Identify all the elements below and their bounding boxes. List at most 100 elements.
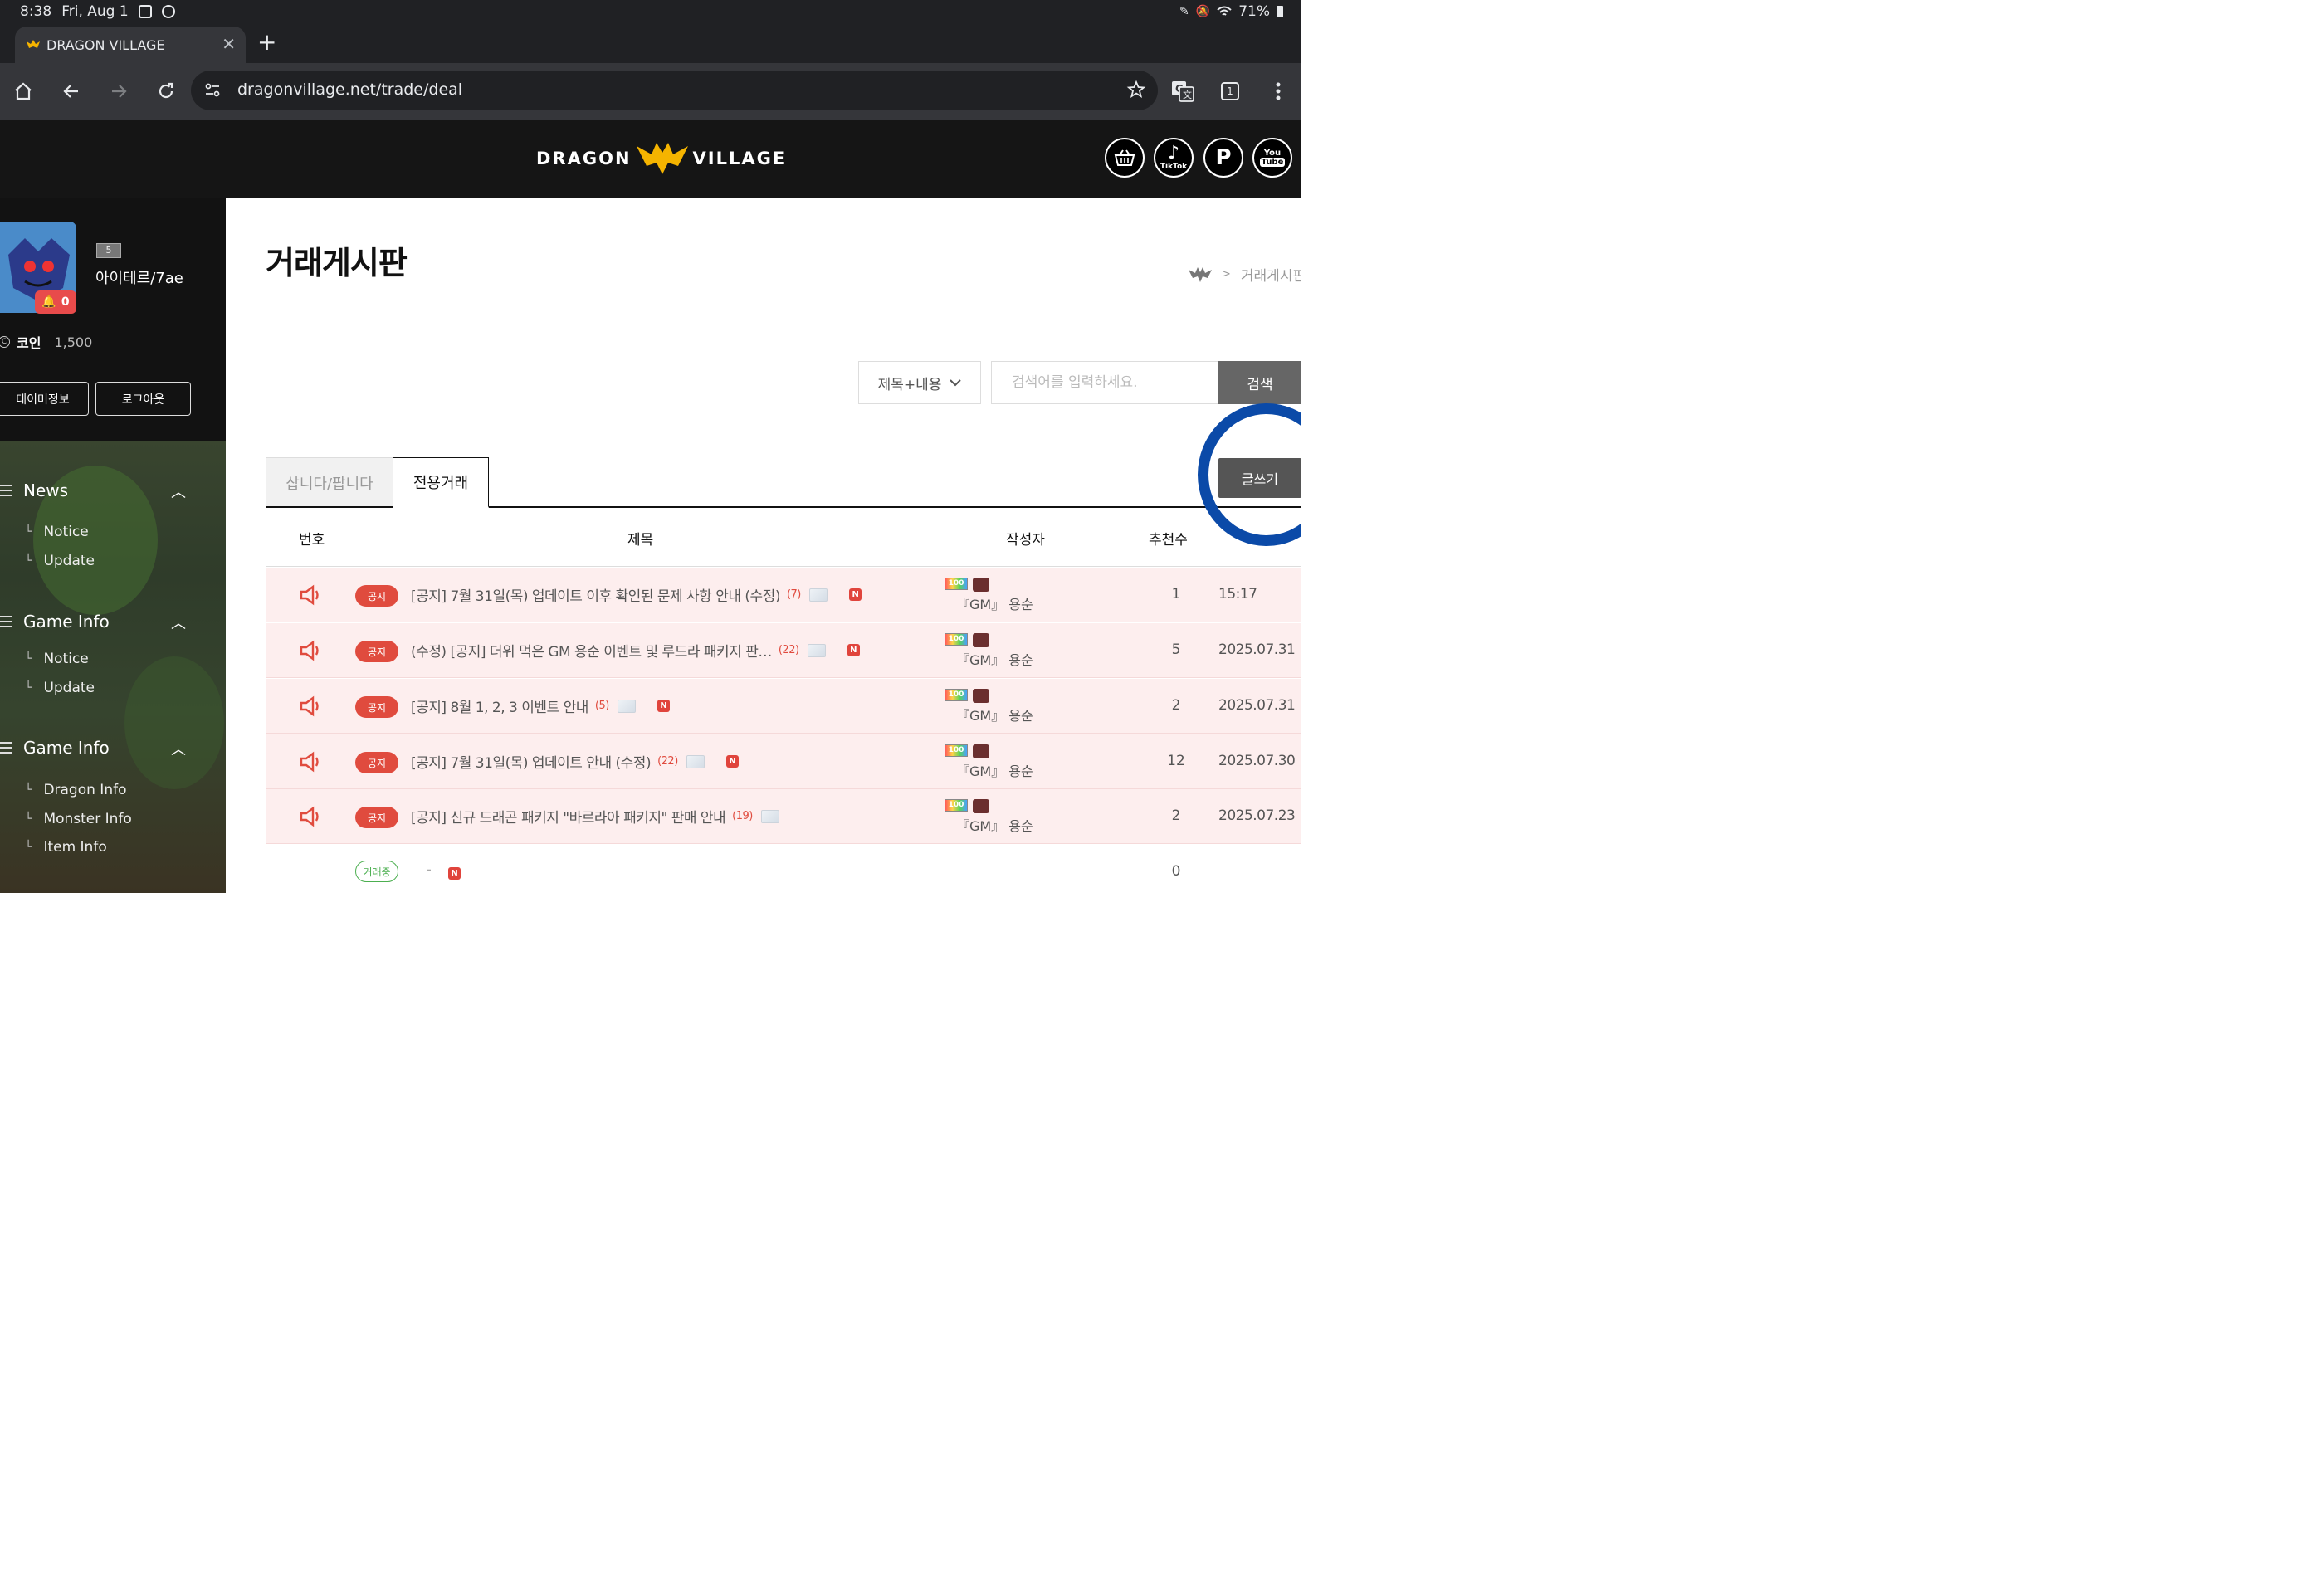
post-author[interactable]: 100 『GM』 용순 bbox=[945, 578, 1033, 613]
post-title-link[interactable]: [공지] 8월 1, 2, 3 이벤트 안내 (5) N bbox=[411, 695, 670, 716]
sidebar-item-label: Dragon Info bbox=[43, 782, 127, 798]
table-row[interactable]: 공지 [공지] 8월 1, 2, 3 이벤트 안내 (5) N 100 『GM』… bbox=[266, 679, 1301, 734]
browser-toolbar: dragonvillage.net/trade/deal G文 1 bbox=[0, 63, 1301, 120]
chevron-up-icon[interactable]: ︿ bbox=[171, 738, 186, 759]
tab-switcher-button[interactable]: 1 bbox=[1213, 75, 1247, 108]
image-icon bbox=[686, 754, 705, 768]
post-author[interactable]: 100 『GM』 용순 bbox=[945, 744, 1033, 780]
search-input[interactable] bbox=[991, 361, 1220, 404]
reload-button[interactable] bbox=[149, 75, 183, 108]
home-button[interactable] bbox=[7, 75, 40, 108]
tab-exclusive-trade[interactable]: 전용거래 bbox=[393, 457, 489, 508]
tamer-info-button[interactable]: 테이머정보 bbox=[0, 382, 89, 416]
sidebar-item-label: Notice bbox=[43, 651, 89, 667]
forward-button[interactable] bbox=[102, 75, 135, 108]
back-button[interactable] bbox=[55, 75, 88, 108]
sidebar-section-news[interactable]: News bbox=[0, 480, 68, 500]
image-icon bbox=[760, 809, 779, 823]
sidebar-item-label: Item Info bbox=[43, 839, 107, 856]
chevron-down-icon bbox=[950, 378, 962, 386]
youtube-button[interactable]: You Tube bbox=[1252, 138, 1292, 178]
sidebar-item-monster-info[interactable]: └ Monster Info bbox=[25, 811, 132, 827]
list-icon bbox=[0, 742, 12, 754]
chevron-up-icon[interactable]: ︿ bbox=[171, 612, 186, 633]
post-author[interactable]: 100 『GM』 용순 bbox=[945, 799, 1033, 835]
post-author[interactable]: 100 『GM』 용순 bbox=[945, 633, 1033, 669]
sidebar-item-label: Monster Info bbox=[43, 811, 132, 827]
menu-button[interactable] bbox=[1262, 75, 1295, 108]
sidebar-item-update[interactable]: └ Update bbox=[25, 553, 95, 569]
sidebar-section-game-info-2[interactable]: Game Info bbox=[0, 738, 110, 758]
sidebar-item-update[interactable]: └ Update bbox=[25, 680, 95, 696]
logout-button[interactable]: 로그아웃 bbox=[95, 382, 191, 416]
megaphone-icon bbox=[300, 695, 319, 717]
column-header-votes: 추천수 bbox=[1149, 532, 1188, 549]
table-row[interactable]: 공지 (수정) [공지] 더위 먹은 GM 용순 이벤트 및 루드라 패키지 판… bbox=[266, 623, 1301, 678]
level-100-badge: 100 bbox=[945, 799, 968, 812]
basket-icon bbox=[1114, 149, 1135, 166]
site-settings-icon[interactable] bbox=[204, 82, 221, 99]
tree-branch-icon: └ bbox=[25, 525, 32, 539]
tab-title: DRAGON VILLAGE bbox=[46, 37, 165, 53]
bookmark-star-icon[interactable] bbox=[1126, 80, 1146, 100]
sidebar-item-item-info[interactable]: └ Item Info bbox=[25, 839, 107, 856]
tree-branch-icon: └ bbox=[25, 681, 32, 695]
new-badge: N bbox=[448, 867, 461, 880]
profile-panel: 🔔 0 5 아이테르/7ae C 코인 1,500 테이머정보 로그아웃 bbox=[0, 198, 226, 441]
browser-tab[interactable]: DRAGON VILLAGE ✕ bbox=[15, 27, 246, 63]
search-scope-select[interactable]: 제목+내용 bbox=[858, 361, 981, 404]
post-title-link[interactable]: [공지] 신규 드래곤 패키지 "바르라아 패키지" 판매 안내 (19) bbox=[411, 806, 779, 827]
table-row[interactable]: 공지 [공지] 7월 31일(목) 업데이트 안내 (수정) (22) N 10… bbox=[266, 734, 1301, 789]
table-row[interactable]: 공지 [공지] 7월 31일(목) 업데이트 이후 확인된 문제 사항 안내 (… bbox=[266, 568, 1301, 622]
post-title[interactable]: - bbox=[427, 861, 432, 877]
sidebar-item-label: Notice bbox=[43, 524, 89, 540]
tiktok-button[interactable]: ♪ TikTok bbox=[1154, 138, 1194, 178]
home-logo-icon[interactable] bbox=[1189, 266, 1212, 282]
author-avatar-icon bbox=[973, 633, 989, 647]
p-button[interactable]: P bbox=[1204, 138, 1243, 178]
post-title-link[interactable]: (수정) [공지] 더위 먹은 GM 용순 이벤트 및 루드라 패키지 판… (… bbox=[411, 640, 860, 661]
sidebar-item-notice[interactable]: └ Notice bbox=[25, 524, 89, 540]
tree-branch-icon: └ bbox=[25, 652, 32, 666]
table-row[interactable]: 공지 [공지] 신규 드래곤 패키지 "바르라아 패키지" 판매 안내 (19)… bbox=[266, 789, 1301, 844]
post-author[interactable]: 100 『GM』 용순 bbox=[945, 689, 1033, 724]
translate-button[interactable]: G文 bbox=[1166, 75, 1199, 108]
post-title: (수정) [공지] 더위 먹은 GM 용순 이벤트 및 루드라 패키지 판… bbox=[411, 644, 772, 661]
sidebar: 🔔 0 5 아이테르/7ae C 코인 1,500 테이머정보 로그아웃 New… bbox=[0, 198, 226, 893]
sidebar-menu: News ︿ └ Notice └ Update Game Info ︿ └ N… bbox=[0, 441, 226, 893]
post-title: [공지] 신규 드래곤 패키지 "바르라아 패키지" 판매 안내 bbox=[411, 810, 726, 827]
post-title: [공지] 7월 31일(목) 업데이트 안내 (수정) bbox=[411, 755, 652, 772]
sidebar-item-notice[interactable]: └ Notice bbox=[25, 651, 89, 667]
section-title: Game Info bbox=[23, 738, 110, 758]
post-title-link[interactable]: [공지] 7월 31일(목) 업데이트 안내 (수정) (22) N bbox=[411, 751, 739, 772]
gallery-icon bbox=[138, 5, 152, 18]
new-badge: N bbox=[848, 588, 862, 601]
background-tree bbox=[124, 656, 224, 789]
close-tab-icon[interactable]: ✕ bbox=[222, 35, 236, 53]
post-title-link[interactable]: [공지] 7월 31일(목) 업데이트 이후 확인된 문제 사항 안내 (수정)… bbox=[411, 584, 862, 605]
tiktok-icon: ♪ bbox=[1167, 143, 1180, 163]
translate-icon: G文 bbox=[1172, 81, 1194, 102]
notification-badge[interactable]: 🔔 0 bbox=[35, 290, 76, 314]
new-tab-button[interactable]: + bbox=[257, 30, 276, 55]
sidebar-section-game-info[interactable]: Game Info bbox=[0, 612, 110, 632]
vote-count: 2 bbox=[1171, 697, 1181, 714]
table-row[interactable]: 거래중 - N 0 bbox=[266, 845, 1301, 893]
coin-icon: C bbox=[0, 336, 10, 348]
vote-count: 5 bbox=[1171, 641, 1181, 658]
tree-branch-icon: └ bbox=[25, 841, 32, 854]
logo-text-right: VILLAGE bbox=[692, 149, 787, 168]
chevron-up-icon[interactable]: ︿ bbox=[171, 480, 186, 502]
shop-button[interactable] bbox=[1105, 138, 1145, 178]
section-title: Game Info bbox=[23, 612, 110, 632]
search-button[interactable]: 검색 bbox=[1218, 361, 1301, 404]
address-bar[interactable]: dragonvillage.net/trade/deal bbox=[191, 71, 1158, 110]
sidebar-item-dragon-info[interactable]: └ Dragon Info bbox=[25, 782, 126, 798]
more-vert-icon bbox=[1276, 82, 1281, 100]
url-text: dragonvillage.net/trade/deal bbox=[237, 80, 463, 99]
comment-count: (5) bbox=[594, 700, 609, 712]
tiktok-label: TikTok bbox=[1160, 163, 1188, 171]
megaphone-icon bbox=[300, 640, 319, 661]
site-logo[interactable]: DRAGON VILLAGE bbox=[536, 141, 786, 176]
tab-buy-sell[interactable]: 삽니다/팝니다 bbox=[266, 457, 393, 508]
